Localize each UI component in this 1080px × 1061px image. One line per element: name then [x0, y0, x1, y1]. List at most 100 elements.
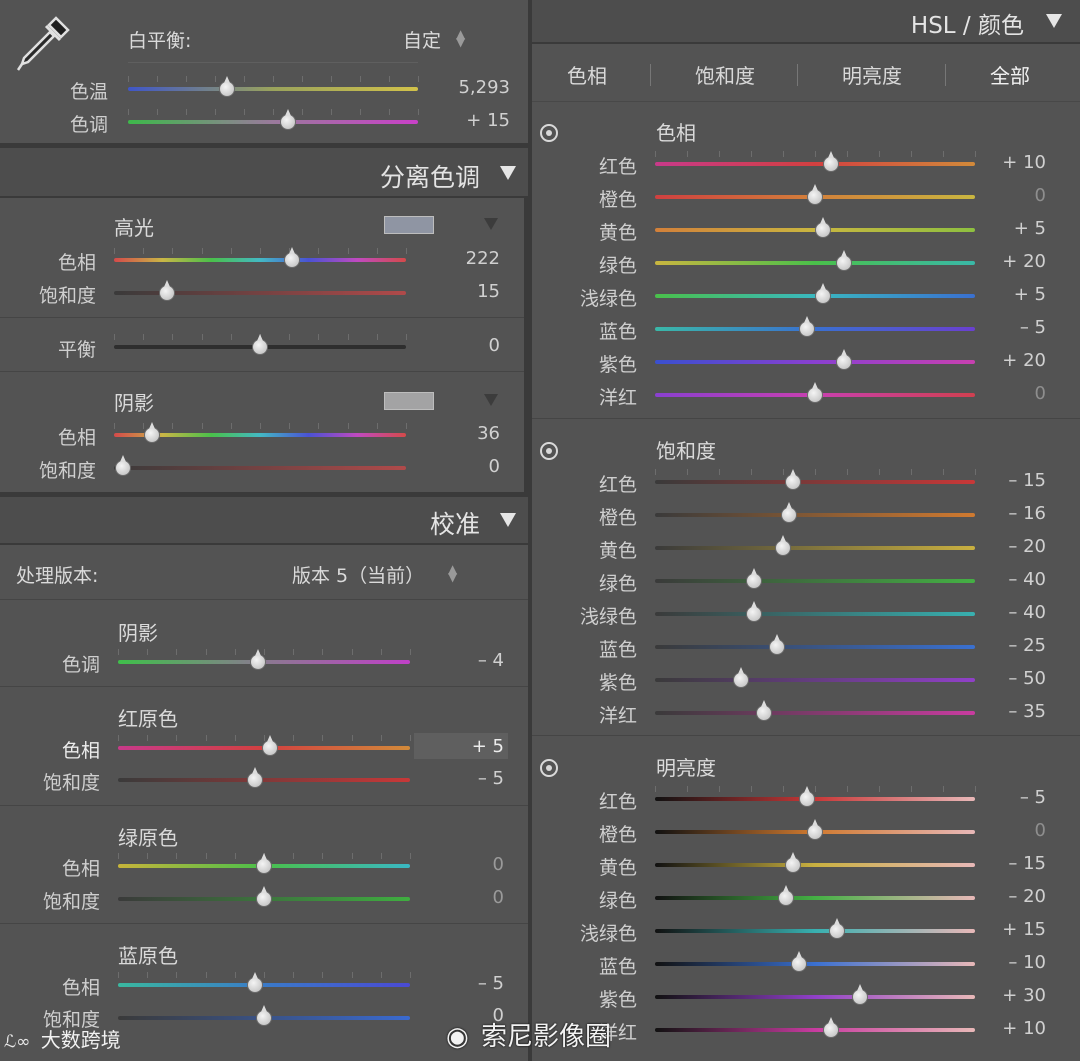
cal-red-hue-value[interactable]: + 5: [424, 736, 504, 757]
sh-hue-slider-handle[interactable]: [143, 422, 160, 443]
hl-hue-value[interactable]: 222: [420, 248, 500, 269]
hsl-slider[interactable]: [655, 995, 975, 999]
collapse-triangle-icon[interactable]: [1046, 14, 1062, 28]
tab-hue[interactable]: 色相: [552, 60, 622, 89]
hsl-row-value[interactable]: + 15: [972, 919, 1046, 940]
hsl-row-value[interactable]: – 5: [972, 317, 1046, 338]
hsl-slider-handle[interactable]: [807, 819, 823, 840]
hsl-row-value[interactable]: + 5: [972, 284, 1046, 305]
hsl-slider[interactable]: [655, 513, 975, 517]
eyedropper-icon[interactable]: [12, 12, 74, 74]
hsl-slider[interactable]: [655, 896, 975, 900]
hsl-row-value[interactable]: + 20: [972, 251, 1046, 272]
hsl-row-value[interactable]: – 35: [972, 701, 1046, 722]
hsl-slider[interactable]: [655, 327, 975, 331]
hsl-slider-handle[interactable]: [799, 786, 815, 807]
hsl-slider[interactable]: [655, 360, 975, 364]
cal-green-sat-slider-handle[interactable]: [256, 886, 272, 907]
hsl-row-value[interactable]: – 15: [972, 853, 1046, 874]
cal-red-hue-slider-handle[interactable]: [261, 735, 278, 756]
hsl-row-value[interactable]: – 15: [972, 470, 1046, 491]
hsl-slider-handle[interactable]: [781, 502, 798, 523]
highlights-color-swatch[interactable]: [384, 216, 434, 234]
hsl-slider-handle[interactable]: [791, 951, 807, 972]
hsl-slider-handle[interactable]: [807, 382, 823, 403]
hsl-slider-handle[interactable]: [829, 918, 846, 939]
hsl-slider[interactable]: [655, 863, 975, 867]
highlights-dropdown-icon[interactable]: [484, 218, 498, 230]
hsl-slider[interactable]: [655, 929, 975, 933]
tint-slider[interactable]: [128, 120, 418, 124]
tab-luminance[interactable]: 明亮度: [824, 60, 920, 89]
tab-all[interactable]: 全部: [970, 60, 1050, 89]
cal-red-sat-value[interactable]: – 5: [424, 768, 504, 789]
hsl-slider[interactable]: [655, 162, 975, 166]
hsl-slider-handle[interactable]: [775, 535, 791, 556]
hsl-slider-handle[interactable]: [807, 184, 823, 205]
cal-blue-hue-slider[interactable]: [118, 983, 410, 987]
hsl-row-value[interactable]: + 30: [972, 985, 1046, 1006]
targeted-adjustment-icon[interactable]: [540, 759, 558, 777]
cal-red-sat-slider[interactable]: [118, 778, 410, 782]
hsl-slider-handle[interactable]: [815, 217, 831, 238]
cal-shadow-tint-value[interactable]: – 4: [424, 650, 504, 671]
hsl-slider[interactable]: [655, 1028, 975, 1032]
hsl-row-value[interactable]: – 10: [972, 952, 1046, 973]
hsl-slider-handle[interactable]: [784, 469, 801, 490]
hsl-slider[interactable]: [655, 797, 975, 801]
white-balance-stepper-icon[interactable]: ▲ ▼: [456, 28, 465, 48]
hl-hue-slider-handle[interactable]: [284, 247, 301, 268]
hsl-slider-handle[interactable]: [733, 667, 750, 688]
temp-slider-handle[interactable]: [218, 76, 235, 97]
process-select[interactable]: 版本 5（当前）: [292, 561, 424, 588]
targeted-adjustment-icon[interactable]: [540, 442, 558, 460]
hsl-row-value[interactable]: 0: [972, 185, 1046, 206]
hsl-slider-handle[interactable]: [815, 283, 831, 304]
hsl-slider[interactable]: [655, 711, 975, 715]
cal-blue-hue-value[interactable]: – 5: [424, 973, 504, 994]
hsl-slider[interactable]: [655, 645, 975, 649]
cal-shadow-tint-slider-handle[interactable]: [250, 649, 267, 670]
hsl-row-value[interactable]: – 50: [972, 668, 1046, 689]
cal-red-sat-slider-handle[interactable]: [247, 767, 264, 788]
collapse-triangle-icon[interactable]: [500, 166, 516, 180]
cal-blue-hue-slider-handle[interactable]: [247, 972, 264, 993]
calibration-header[interactable]: 校准: [0, 497, 528, 543]
hsl-row-value[interactable]: – 5: [972, 787, 1046, 808]
targeted-adjustment-icon[interactable]: [540, 124, 558, 142]
hl-hue-slider[interactable]: [114, 258, 406, 262]
white-balance-select[interactable]: 自定: [403, 26, 441, 53]
hsl-slider[interactable]: [655, 579, 975, 583]
hsl-slider[interactable]: [655, 962, 975, 966]
hsl-slider-handle[interactable]: [823, 151, 839, 172]
process-stepper-icon[interactable]: ▲ ▼: [448, 563, 457, 583]
hsl-slider-handle[interactable]: [851, 984, 868, 1005]
hsl-header[interactable]: HSL / 颜色: [532, 0, 1080, 42]
hsl-row-value[interactable]: – 20: [972, 536, 1046, 557]
sh-sat-slider-handle[interactable]: [114, 455, 131, 476]
hsl-row-value[interactable]: + 20: [972, 350, 1046, 371]
hsl-row-value[interactable]: + 10: [972, 152, 1046, 173]
collapse-triangle-icon[interactable]: [500, 513, 516, 527]
hsl-slider-handle[interactable]: [778, 885, 795, 906]
cal-green-hue-slider-handle[interactable]: [256, 853, 272, 874]
hsl-row-value[interactable]: – 40: [972, 602, 1046, 623]
sh-hue-value[interactable]: 36: [420, 423, 500, 444]
hsl-row-value[interactable]: 0: [972, 383, 1046, 404]
tab-saturation[interactable]: 饱和度: [680, 60, 770, 89]
sh-sat-value[interactable]: 0: [420, 456, 500, 477]
sh-sat-slider[interactable]: [114, 466, 406, 470]
cal-green-hue-value[interactable]: 0: [424, 854, 504, 875]
hsl-slider-handle[interactable]: [835, 349, 852, 370]
hsl-row-value[interactable]: – 25: [972, 635, 1046, 656]
temp-value[interactable]: 5,293: [430, 77, 510, 98]
hsl-slider[interactable]: [655, 480, 975, 484]
hsl-row-value[interactable]: – 16: [972, 503, 1046, 524]
hl-sat-value[interactable]: 15: [420, 281, 500, 302]
hsl-slider[interactable]: [655, 546, 975, 550]
hsl-slider-handle[interactable]: [784, 852, 801, 873]
hsl-slider-handle[interactable]: [835, 250, 852, 271]
hsl-slider-handle[interactable]: [799, 316, 815, 337]
hsl-row-value[interactable]: – 40: [972, 569, 1046, 590]
balance-value[interactable]: 0: [420, 335, 500, 356]
